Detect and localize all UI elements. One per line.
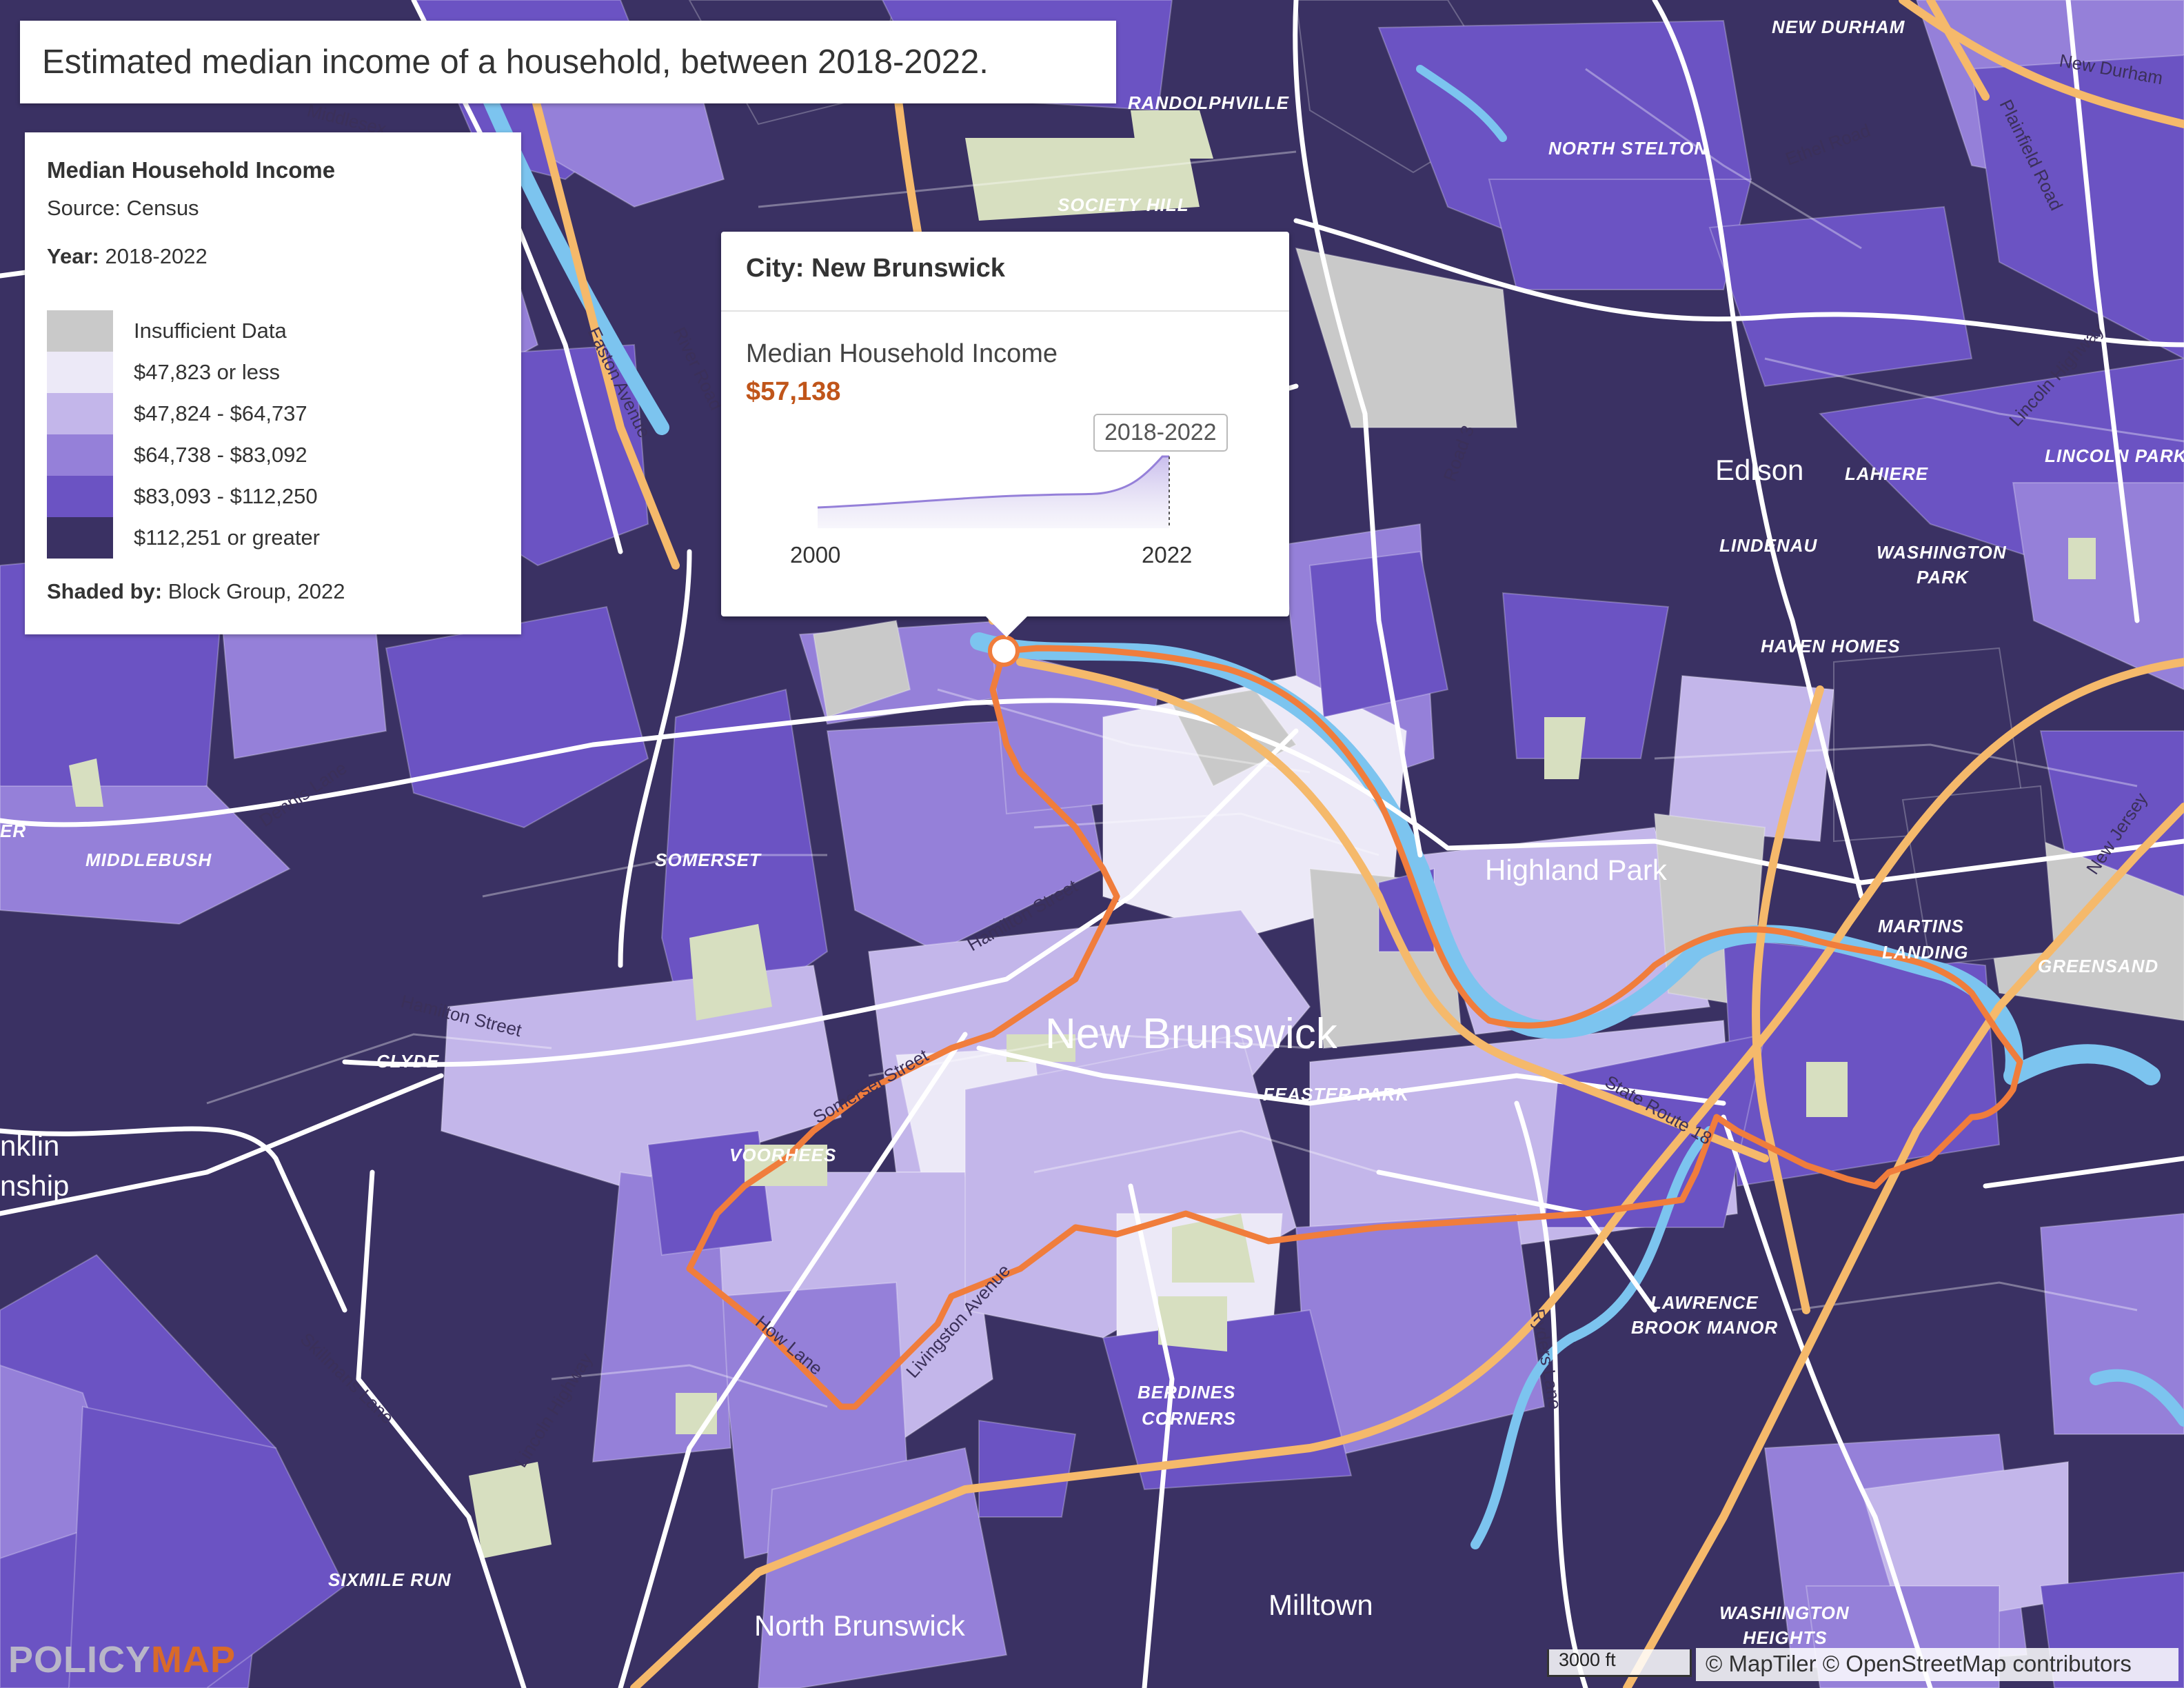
legend-item: $83,093 - $112,250 [47,476,499,517]
label-somerset: SOMERSET [655,850,762,870]
label-martins-landing-2: LANDING [1882,942,1968,963]
city-popup[interactable]: City: New Brunswick Median Household Inc… [721,232,1289,637]
legend-year-value: 2018-2022 [105,244,208,268]
popup-pointer [986,616,1027,637]
popup-axis-start: 2000 [790,542,841,567]
legend-swatch [47,352,113,393]
label-sixmile-run: SIXMILE RUN [328,1569,452,1590]
legend-swatch [47,393,113,434]
label-middlebush: MIDDLEBUSH [85,850,212,870]
label-randolphville: RANDOLPHVILLE [1128,92,1289,113]
logo-part-a: POLICY [8,1639,152,1680]
map-attribution[interactable]: © MapTiler © OpenStreetMap contributors [1696,1648,2178,1681]
label-milltown: Milltown [1268,1589,1373,1621]
selected-marker[interactable] [988,635,1020,667]
popup-metric-label: Median Household Income [746,339,1058,368]
legend-item: $64,738 - $83,092 [47,434,499,476]
legend-swatch [47,434,113,476]
label-new-durham: NEW DURHAM [1772,17,1905,37]
legend-item-label: Insufficient Data [134,319,287,343]
legend-shaded-value: Block Group, 2022 [168,579,345,603]
label-new-brunswick: New Brunswick [1045,1010,1338,1058]
label-lawrence-brook-1: LAWRENCE [1650,1292,1759,1313]
legend-shaded-by: Shaded by: Block Group, 2022 [47,579,499,604]
legend-item-label: $47,824 - $64,737 [134,401,307,425]
legend-year: Year: 2018-2022 [47,244,499,269]
label-society-hill: SOCIETY HILL [1058,194,1189,215]
legend-swatch [47,476,113,517]
logo-part-b: MAP [151,1639,236,1680]
legend-item: $112,251 or greater [47,517,499,559]
sparkline-area [818,456,1169,528]
label-lincoln-park: LINCOLN PARK [2045,445,2184,466]
label-franklin-2: nship [0,1169,69,1202]
label-clyde: CLYDE [376,1051,439,1072]
label-washington-heights-2: HEIGHTS [1743,1627,1828,1648]
label-washington-park-1: WASHINGTON [1877,542,2007,563]
label-lawrence-brook-2: BROOK MANOR [1631,1317,1778,1338]
legend-item: Insufficient Data [47,310,499,352]
label-washington-heights-1: WASHINGTON [1719,1602,1850,1623]
popup-axis-end: 2022 [1142,542,1193,567]
popup-year-tag: 2018-2022 [1093,414,1228,452]
legend-item: $47,823 or less [47,352,499,393]
legend-item-label: $47,823 or less [134,360,280,384]
label-martins-landing-1: MARTINS [1878,916,1964,936]
legend-year-label: Year: [47,244,99,268]
legend-heading: Median Household Income [47,157,336,183]
label-er: ER [0,821,26,841]
map-title-text: Estimated median income of a household, … [42,43,989,81]
label-highland-park: Highland Park [1485,854,1668,886]
label-lindenau: LINDENAU [1719,535,1818,556]
label-greensand: GREENSAND [2038,956,2158,976]
scale-bar: 3000 ft [1547,1649,1692,1677]
label-feaster-park: FEASTER PARK [1263,1084,1410,1105]
label-haven-homes: HAVEN HOMES [1761,636,1901,656]
label-franklin-1: nklin [0,1129,59,1162]
popup-metric-value: $57,138 [746,377,841,406]
label-berdines-2: CORNERS [1142,1408,1236,1429]
legend-item-label: $112,251 or greater [134,525,321,550]
legend-item: $47,824 - $64,737 [47,393,499,434]
map-title: Estimated median income of a household, … [20,21,1116,103]
label-berdines-1: BERDINES [1138,1382,1235,1403]
popup-body: Median Household Income $57,138 [721,312,1289,407]
label-voorhees: VOORHEES [729,1145,836,1165]
legend-item-label: $83,093 - $112,250 [134,484,318,508]
label-edison: Edison [1715,454,1803,486]
legend-items: Insufficient Data $47,823 or less $47,82… [47,310,499,559]
label-washington-park-2: PARK [1917,567,1970,587]
legend-source: Source: Census [47,196,199,220]
policymap-logo[interactable]: POLICYMAP [8,1638,236,1681]
legend-item-label: $64,738 - $83,092 [134,443,307,467]
legend-swatch [47,310,113,352]
popup-city-title: City: New Brunswick [721,232,1289,312]
legend-swatch [47,517,113,559]
label-lahiere: LAHIERE [1845,463,1928,484]
legend-shaded-label: Shaded by: [47,579,163,603]
label-north-brunswick: North Brunswick [754,1609,966,1642]
label-north-stelton: NORTH STELTON [1548,138,1708,159]
legend-panel: Median Household Income Source: Census Y… [25,132,521,634]
